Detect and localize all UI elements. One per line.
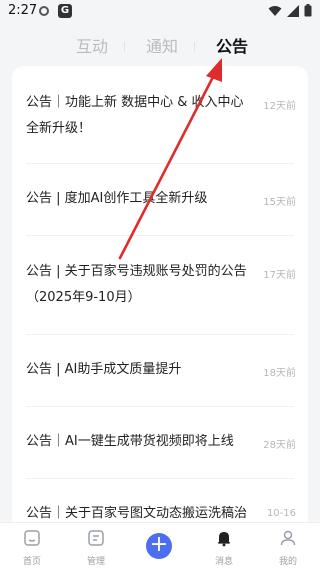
status-time: 2:27 (8, 3, 38, 18)
notification-app-icon: G (58, 4, 72, 18)
bottom-nav: 首页 管理 + 消息 我的 (0, 522, 320, 569)
announcement-list: 公告｜功能上新 数据中心 & 收入中心全新升级！ 12天前 公告 | 度加AI创… (12, 66, 308, 536)
wifi-icon (268, 5, 282, 16)
divider (26, 334, 294, 335)
announcement-time: 12天前 (263, 101, 296, 112)
nav-home[interactable]: 首页 (0, 523, 64, 569)
nav-messages-label: 消息 (214, 557, 233, 567)
nav-manage[interactable]: 管理 (64, 523, 128, 569)
signal-icon (287, 4, 299, 17)
announcement-time: 17天前 (263, 270, 296, 281)
manage-icon (88, 530, 104, 546)
announcement-time: 15天前 (263, 197, 296, 208)
announcement-title: 公告｜功能上新 数据中心 & 收入中心全新升级！ (26, 95, 244, 136)
nav-profile-label: 我的 (278, 557, 297, 567)
announcement-time: 18天前 (263, 368, 296, 379)
nav-home-label: 首页 (22, 557, 41, 567)
nav-messages[interactable]: 消息 (192, 523, 256, 569)
battery-icon (304, 4, 312, 17)
tab-separator (124, 42, 125, 52)
tab-separator (194, 42, 195, 52)
divider (26, 478, 294, 479)
announcement-time: 28天前 (263, 440, 296, 451)
person-icon (280, 530, 296, 546)
nav-manage-label: 管理 (86, 557, 105, 567)
home-icon (24, 530, 40, 546)
tab-notice[interactable]: 通知 (146, 33, 178, 57)
bell-icon (218, 532, 230, 547)
announcement-time: 10-16 (266, 508, 296, 519)
divider (26, 163, 294, 164)
notification-ring-icon (39, 6, 49, 16)
nav-profile[interactable]: 我的 (256, 523, 320, 569)
announcement-title: 公告 | 度加AI创作工具全新升级 (26, 191, 208, 206)
tab-interaction[interactable]: 互动 (76, 33, 108, 57)
message-tabs: 互动 通知 公告 (0, 26, 320, 62)
divider (26, 406, 294, 407)
divider (26, 235, 294, 236)
create-button[interactable]: + (146, 533, 172, 559)
announcement-title: 公告 | 关于百家号违规账号处罚的公告（2025年9-10月） (26, 264, 247, 305)
announcement-title: 公告 | AI助手成文质量提升 (26, 362, 182, 377)
plus-icon: + (149, 532, 169, 557)
tab-announcement[interactable]: 公告 (216, 33, 248, 57)
status-bar: 2:27 G (0, 0, 320, 24)
announcement-title: 公告｜AI一键生成带货视频即将上线 (26, 434, 234, 449)
